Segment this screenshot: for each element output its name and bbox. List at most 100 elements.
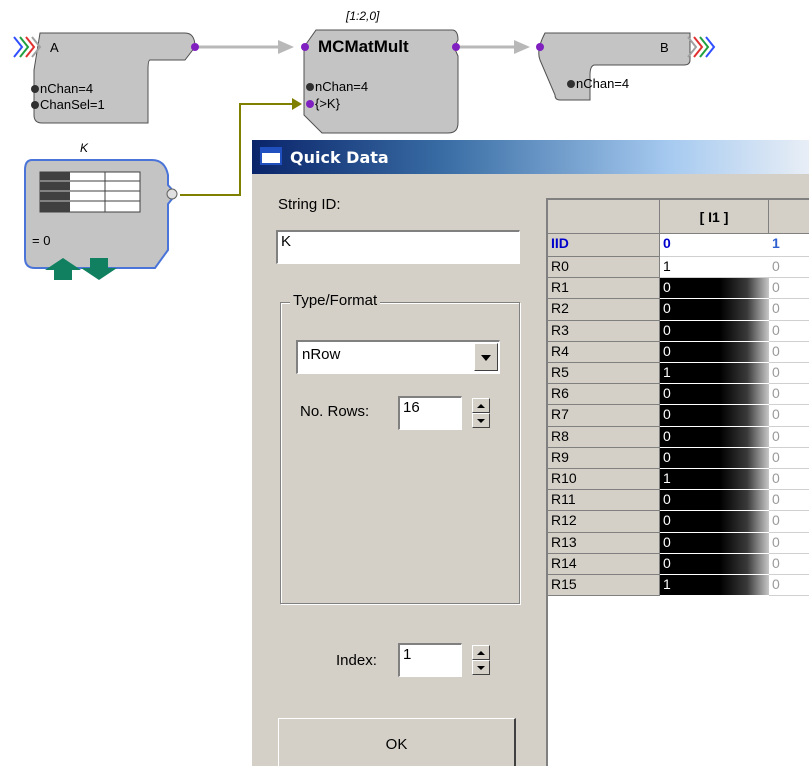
grid-cell[interactable]: 0 <box>769 363 809 385</box>
port-a-nchan <box>31 85 39 93</box>
block-k[interactable] <box>24 159 178 280</box>
format-select-value: nRow <box>302 346 341 363</box>
chevron-down-icon[interactable] <box>474 343 498 371</box>
grid-cell[interactable]: 0 <box>660 299 769 321</box>
spin-down-icon[interactable] <box>472 413 490 428</box>
grid-cell[interactable]: 0 <box>660 405 769 427</box>
grid-iid-value-2[interactable]: 1 <box>769 234 809 257</box>
grid-row-label: R13 <box>548 532 660 554</box>
dialog-title: Quick Data <box>290 148 389 167</box>
grid-cell[interactable]: 0 <box>769 341 809 363</box>
grid-cell[interactable]: 0 <box>769 511 809 533</box>
block-b-param-nchan: nChan=4 <box>576 76 630 91</box>
grid-cell[interactable]: 0 <box>769 384 809 406</box>
block-k-value: = 0 <box>32 233 51 248</box>
port-mult-nchan <box>306 83 314 91</box>
block-mult-param-k: {>K} <box>315 96 340 111</box>
ok-button[interactable]: OK <box>278 718 516 766</box>
grid-cell[interactable]: 0 <box>769 320 809 342</box>
block-a-param-nchan: nChan=4 <box>40 81 94 96</box>
grid-cell[interactable]: 0 <box>769 553 809 575</box>
no-rows-input[interactable]: 16 <box>398 396 462 430</box>
grid-row-label: R4 <box>548 341 660 363</box>
port-mult-out[interactable] <box>452 43 460 51</box>
grid-cell[interactable]: 0 <box>769 469 809 491</box>
grid-cell[interactable]: 0 <box>660 532 769 554</box>
port-a-out[interactable] <box>191 43 199 51</box>
grid-cell[interactable]: 0 <box>769 299 809 321</box>
index-input[interactable]: 1 <box>398 643 462 677</box>
grid-cell[interactable]: 0 <box>769 278 809 300</box>
wire-k-arrowhead <box>292 98 302 110</box>
spin-up-icon[interactable] <box>472 398 490 413</box>
grid-row-label: R8 <box>548 426 660 448</box>
grid-row-label: R3 <box>548 320 660 342</box>
grid-cell[interactable]: 0 <box>660 320 769 342</box>
no-rows-spinner[interactable] <box>472 398 490 428</box>
grid-cell[interactable]: 0 <box>660 511 769 533</box>
grid-column-header-2[interactable] <box>769 200 809 234</box>
port-k-out[interactable] <box>166 188 178 200</box>
grid-cell[interactable]: 0 <box>769 447 809 469</box>
grid-cell[interactable]: 1 <box>660 469 769 491</box>
string-id-input[interactable]: K <box>276 230 520 264</box>
window-icon <box>260 147 282 165</box>
grid-cell[interactable]: 0 <box>769 257 809 279</box>
port-b-in[interactable] <box>536 43 544 51</box>
block-mult-title: MCMatMult <box>318 37 409 56</box>
grid-cell[interactable]: 0 <box>769 405 809 427</box>
grid-cell[interactable]: 0 <box>660 553 769 575</box>
block-mult-index: [1:2,0] <box>346 9 380 23</box>
grid-cell[interactable]: 0 <box>769 490 809 512</box>
spin-down-icon[interactable] <box>472 660 490 675</box>
grid-iid-value[interactable]: 0 <box>660 234 769 257</box>
no-rows-label: No. Rows: <box>300 403 370 420</box>
grid-cell[interactable]: 1 <box>660 575 769 597</box>
port-mult-k[interactable] <box>306 100 314 108</box>
grid-row-label: R12 <box>548 511 660 533</box>
block-k-name: K <box>80 141 89 155</box>
grid-row-label: R5 <box>548 363 660 385</box>
port-b-nchan <box>567 80 575 88</box>
grid-row-label: R14 <box>548 553 660 575</box>
grid-cell[interactable]: 1 <box>660 363 769 385</box>
grid-cell[interactable]: 1 <box>660 257 769 279</box>
quick-data-dialog: Quick Data String ID: K Type/Format nRow… <box>252 140 809 766</box>
grid-cell[interactable]: 0 <box>660 490 769 512</box>
grid-corner-header <box>548 200 660 234</box>
block-mult-param-nchan: nChan=4 <box>315 79 369 94</box>
block-a-name: A <box>50 40 59 55</box>
format-select[interactable]: nRow <box>296 340 500 374</box>
index-spinner[interactable] <box>472 645 490 675</box>
wire-arrowhead <box>278 40 294 54</box>
grid-row-label: R1 <box>548 278 660 300</box>
port-a-chansel <box>31 101 39 109</box>
grid-cell[interactable]: 0 <box>769 426 809 448</box>
grid-cell[interactable]: 0 <box>660 341 769 363</box>
grid-cell[interactable]: 0 <box>660 426 769 448</box>
dialog-titlebar[interactable]: Quick Data <box>252 140 809 174</box>
grid-cell[interactable]: 0 <box>660 278 769 300</box>
port-mult-in[interactable] <box>301 43 309 51</box>
data-grid[interactable]: [ I1 ] IID 0 1 R0 1 0 R1 0 0 R2 0 0 R3 0 0 R4 0 0 R5 1 0 R… <box>546 198 809 766</box>
spin-up-icon[interactable] <box>472 645 490 660</box>
index-label: Index: <box>336 652 377 669</box>
grid-cell[interactable]: 0 <box>660 447 769 469</box>
grid-row-label: R2 <box>548 299 660 321</box>
wire-arrowhead-2 <box>514 40 530 54</box>
grid-row-label: R10 <box>548 469 660 491</box>
string-id-label: String ID: <box>278 196 341 213</box>
grid-row-label: R0 <box>548 257 660 279</box>
grid-cell[interactable]: 0 <box>769 532 809 554</box>
table-icon <box>39 171 141 213</box>
grid-row-label: R6 <box>548 384 660 406</box>
grid-cell[interactable]: 0 <box>769 575 809 597</box>
block-b-name: B <box>660 40 669 55</box>
grid-row-label: R11 <box>548 490 660 512</box>
grid-column-header[interactable]: [ I1 ] <box>660 200 769 234</box>
block-a-param-chansel: ChanSel=1 <box>40 97 105 112</box>
grid-cell[interactable]: 0 <box>660 384 769 406</box>
grid-row-label: R7 <box>548 405 660 427</box>
grid-iid-label: IID <box>548 234 660 257</box>
grid-row-label: R9 <box>548 447 660 469</box>
